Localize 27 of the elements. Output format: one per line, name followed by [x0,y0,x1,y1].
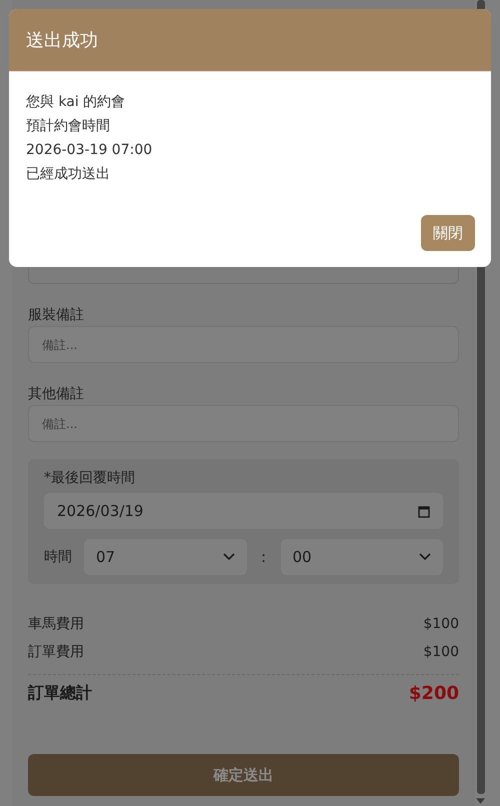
message-text: 您與 kai 的約會 [26,93,126,112]
chevron-down-icon [419,553,431,561]
total-amount: $200 [408,683,459,704]
chevron-down-icon [222,553,234,561]
dropdown[interactable]: 00 [280,539,443,575]
input-field[interactable]: 備註... [28,326,459,363]
time-separator: : [260,548,268,566]
fee-label: 車馬費用 [28,615,84,634]
close-button[interactable]: 關閉 [421,215,475,251]
message-text: 預計約會時間 [26,117,111,136]
field-label: *最後回覆時間 [44,469,136,487]
fee-amount: $100 [423,643,459,662]
time-label: 時間 [44,548,73,566]
submit-button[interactable]: 確定送出 [28,754,459,796]
field-label: 服裝備註 [28,306,85,324]
fee-label: 訂單費用 [28,643,84,662]
dialog-title: 送出成功 [26,29,98,52]
total-label: 訂單總計 [28,683,92,704]
input-field[interactable]: 備註... [28,405,459,442]
calendar-icon[interactable] [418,504,430,518]
dropdown[interactable]: 07 [84,539,246,575]
fee-amount: $100 [423,615,459,634]
date-field[interactable]: 2026/03/19 [44,493,443,529]
scroll-down-icon[interactable] [476,798,485,804]
message-text: 已經成功送出 [26,165,111,184]
message-text: 2026-03-19 07:00 [26,141,154,160]
field-label: 其他備註 [28,385,85,403]
